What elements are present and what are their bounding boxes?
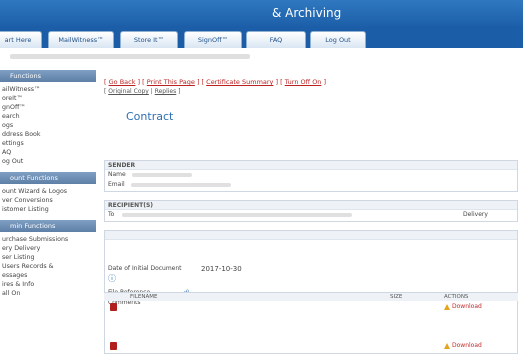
sender-email-row: Email [105,180,517,190]
date-value: 2017-10-30 [201,265,242,273]
sidebar-item-mailwitness[interactable]: ailWitness™ [0,85,96,94]
go-back-link[interactable]: Go Back [109,78,136,86]
download-label: Download [452,303,482,310]
download-button[interactable]: Download [444,301,482,313]
sender-heading: SENDER [105,161,517,170]
sidebar-item-logs[interactable]: ogs [0,121,96,130]
top-nav: art Here MailWitness™ Store It™ SignOff™… [0,28,523,48]
view-links: [ Original Copy | Replies ] [104,88,181,95]
breadcrumb-placeholder [10,54,250,59]
sender-name-row: Name [105,170,517,180]
sidebar-item-signoff[interactable]: gnOff™ [0,103,96,112]
tab-log-out[interactable]: Log Out [310,31,366,48]
sidebar-item-user-listing[interactable]: ser Listing [0,253,96,262]
field1-label [105,240,517,250]
tab-signoff[interactable]: SignOff™ [184,31,242,48]
sidebar-item-conversions[interactable]: ver Conversions [0,196,96,205]
tab-faq[interactable]: FAQ [246,31,306,48]
sidebar-item-faq[interactable]: AQ [0,148,96,157]
recipient-box: RECIPIENT(S) To Delivery [104,200,518,222]
sidebar-item-call-on[interactable]: all On [0,289,96,298]
sidebar-item-address-book[interactable]: ddress Book [0,130,96,139]
table-row: Download [104,340,518,352]
certificate-summary-link[interactable]: Certificate Summary [206,78,273,86]
sidebar-item-info[interactable]: ires & Info [0,280,96,289]
warning-icon [444,303,450,310]
recipient-heading: RECIPIENT(S) [105,201,517,210]
field1-value [105,250,517,260]
print-page-link[interactable]: Print This Page [147,78,195,86]
sidebar-item-log-out[interactable]: og Out [0,157,96,166]
download-label: Download [452,342,482,349]
delivery-status: Delivery [463,211,488,218]
replies-link[interactable]: Replies [155,88,177,95]
sidebar-item-purchase-submissions[interactable]: urchase Submissions [0,235,96,244]
pdf-file-icon [110,303,117,311]
action-links: [ Go Back ] [ Print This Page ] [ Certif… [104,78,327,86]
file-detail [104,331,518,340]
app-header: & Archiving [0,0,523,28]
sidebar-item-delivery[interactable]: ery Delivery [0,244,96,253]
info-icon-row: ⓘ [105,274,517,284]
files-table: FILENAME SIZE ACTIONS Download Download [104,292,518,352]
recipient-row: To Delivery [105,210,517,220]
sidebar-item-search[interactable]: earch [0,112,96,121]
tab-mailwitness[interactable]: MailWitness™ [48,31,114,48]
date-row: Date of Initial Document 2017-10-30 [105,264,517,274]
sidebar-item-account-wizard[interactable]: ount Wizard & Logos [0,187,96,196]
recipient-to-label: To [108,211,115,218]
sidebar-section-account: ount Functions [0,172,96,184]
info-icon[interactable]: ⓘ [108,274,116,283]
turn-off-on-link[interactable]: Turn Off On [285,78,322,86]
sidebar-section-functions: Functions [0,70,96,82]
tab-start-here[interactable]: art Here [0,31,42,48]
sidebar-section-admin: min Functions [0,220,96,232]
warning-icon [444,342,450,349]
recipient-value [122,212,353,217]
files-header: FILENAME SIZE ACTIONS [104,292,518,301]
table-row: Download [104,301,518,313]
sidebar-item-settings[interactable]: ettings [0,139,96,148]
fields-heading [105,231,517,240]
original-copy-link[interactable]: Original Copy [108,88,149,95]
pdf-file-icon [110,342,117,350]
sender-email-label: Email [108,181,125,188]
download-button[interactable]: Download [444,340,482,352]
sender-name-label: Name [108,171,126,178]
main-content: [ Go Back ] [ Print This Page ] [ Certif… [100,70,518,360]
breadcrumb [0,52,523,62]
file-detail [104,322,518,331]
sidebar-item-customer-listing[interactable]: istomer Listing [0,205,96,214]
date-label: Date of Initial Document [108,265,182,272]
sender-box: SENDER Name Email [104,160,518,192]
sidebar-item-messages[interactable]: essages [0,271,96,280]
sender-name-value [131,172,192,177]
file-detail [104,313,518,322]
page-title: Contract [126,110,174,123]
brand-title: & Archiving [272,6,342,20]
sidebar-item-user-records[interactable]: Users Records & [0,262,96,271]
sidebar: Functions ailWitness™ oreIt™ gnOff™ earc… [0,70,96,360]
sender-email-value [130,182,231,187]
sidebar-item-storeit[interactable]: oreIt™ [0,94,96,103]
tab-storeit[interactable]: Store It™ [120,31,178,48]
